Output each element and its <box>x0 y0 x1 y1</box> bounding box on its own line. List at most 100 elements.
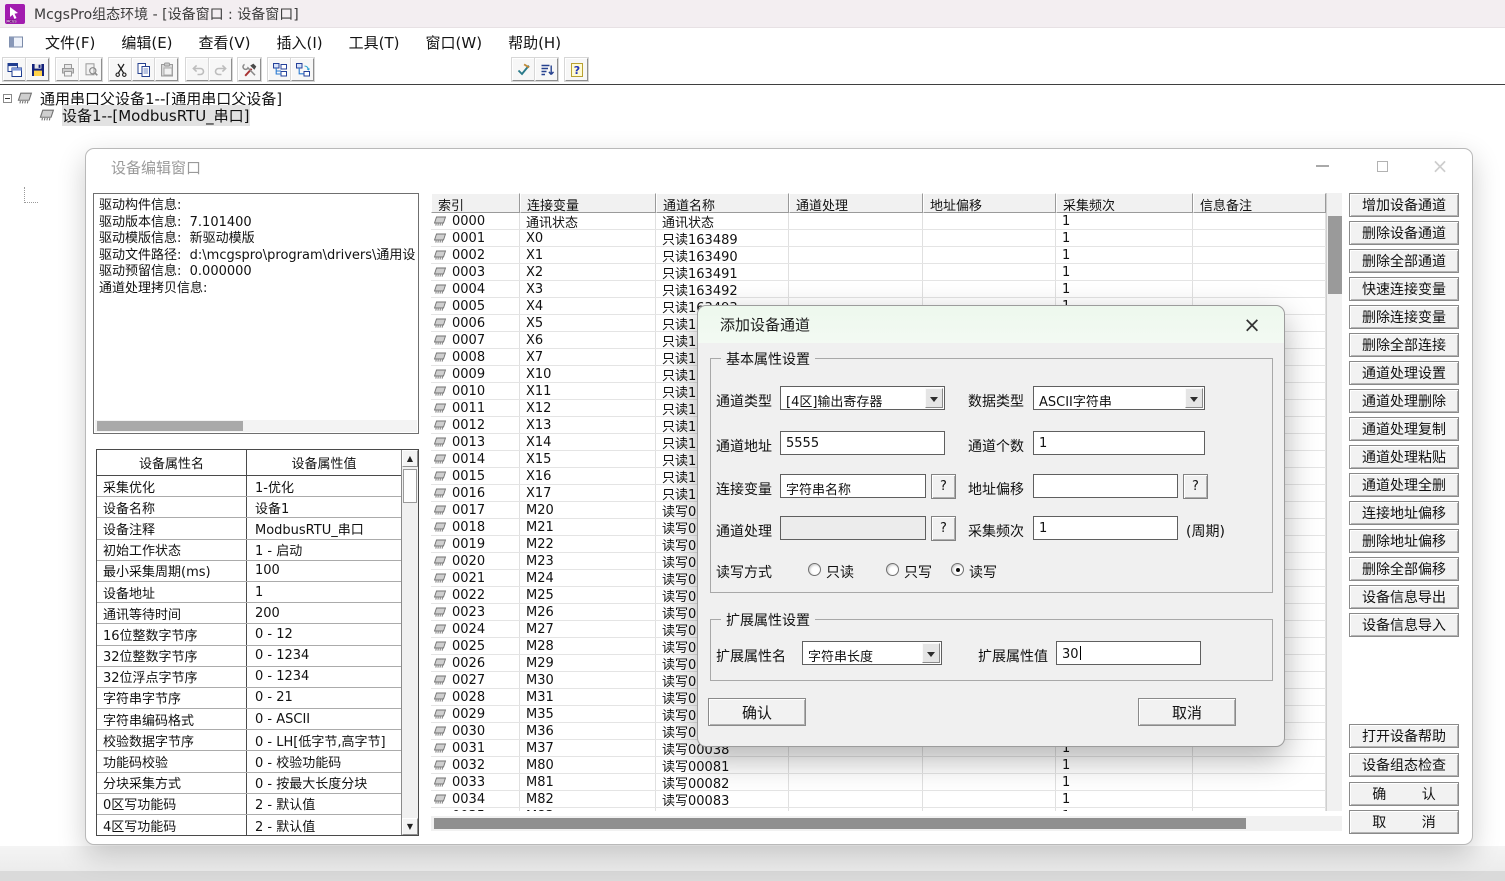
ext-name-select[interactable]: 字符串长度 <box>802 641 942 665</box>
link-variable-help-button[interactable]: ? <box>931 474 956 499</box>
chevron-down-icon[interactable] <box>1185 388 1203 408</box>
redo-button[interactable] <box>209 58 232 81</box>
rw-radio-writeonly-label[interactable]: 只写 <box>904 562 932 582</box>
property-row[interactable]: 校验数据字节序0 - LH[低字节,高字节] <box>97 730 401 751</box>
channel-row[interactable]: 0034M82读写000831 <box>431 791 1326 808</box>
device-window-1-button[interactable] <box>268 58 291 81</box>
address-offset-help-button[interactable]: ? <box>1183 474 1208 499</box>
data-type-select[interactable]: ASCII字符串 <box>1033 386 1205 410</box>
side-button-14[interactable]: 设备信息导出 <box>1349 585 1459 609</box>
side-button-4[interactable]: 删除连接变量 <box>1349 305 1459 329</box>
channel-row[interactable]: 0033M81读写000821 <box>431 774 1326 791</box>
open-device-help-button[interactable]: 打开设备帮助 <box>1349 724 1459 748</box>
property-row[interactable]: 32位整数字节序0 - 1234 <box>97 646 401 667</box>
side-button-2[interactable]: 删除全部通道 <box>1349 249 1459 273</box>
scroll-thumb[interactable] <box>403 469 417 503</box>
dialog-cancel-button[interactable]: 取消 <box>1138 698 1236 726</box>
scroll-thumb[interactable] <box>1328 216 1342 294</box>
property-row[interactable]: 0区写功能码2 - 默认值 <box>97 794 401 815</box>
property-row[interactable]: 初始工作状态1 - 启动 <box>97 540 401 561</box>
property-row[interactable]: 设备地址1 <box>97 582 401 603</box>
cancel-button[interactable]: 取 消 <box>1349 810 1459 834</box>
channel-row[interactable]: 0002X1只读1634901 <box>431 247 1326 264</box>
property-row[interactable]: 4区写功能码2 - 默认值 <box>97 815 401 836</box>
channel-address-input[interactable]: 5555 <box>780 431 945 455</box>
menu-help[interactable]: 帮助(H) <box>495 29 574 56</box>
dialog-ok-button[interactable]: 确认 <box>708 698 806 726</box>
channel-process-input[interactable] <box>780 516 926 540</box>
rw-radio-readonly-label[interactable]: 只读 <box>826 562 854 582</box>
side-button-12[interactable]: 删除地址偏移 <box>1349 529 1459 553</box>
scroll-thumb[interactable] <box>434 818 1246 829</box>
paste-button[interactable] <box>155 58 178 81</box>
channel-row[interactable]: 0000通讯状态通讯状态1 <box>431 213 1326 230</box>
address-offset-input[interactable] <box>1033 474 1178 498</box>
print-button[interactable] <box>56 58 79 81</box>
channel-row[interactable]: 0035M83读写000841 <box>431 808 1326 811</box>
ext-value-input[interactable]: 30 <box>1056 641 1201 665</box>
property-row[interactable]: 32位浮点字节序0 - 1234 <box>97 667 401 688</box>
link-variable-input[interactable]: 字符串名称 <box>780 474 926 498</box>
property-row[interactable]: 16位整数字节序0 - 12 <box>97 624 401 645</box>
property-row[interactable]: 设备注释ModbusRTU_串口 <box>97 518 401 539</box>
property-row[interactable]: 通讯等待时间200 <box>97 603 401 624</box>
channel-row[interactable]: 0001X0只读1634891 <box>431 230 1326 247</box>
collect-freq-input[interactable]: 1 <box>1033 516 1178 540</box>
chevron-down-icon[interactable] <box>922 643 940 663</box>
new-window-button[interactable] <box>3 58 26 81</box>
rw-radio-writeonly[interactable] <box>886 563 899 576</box>
side-button-9[interactable]: 通道处理粘贴 <box>1349 445 1459 469</box>
channel-row[interactable]: 0004X3只读1634921 <box>431 281 1326 298</box>
dialog-titlebar[interactable]: 添加设备通道 <box>698 306 1284 343</box>
property-row[interactable]: 字符串字节序0 - 21 <box>97 688 401 709</box>
property-row[interactable]: 采集优化1-优化 <box>97 476 401 497</box>
device-window-2-button[interactable] <box>291 58 314 81</box>
rw-radio-readwrite[interactable] <box>951 563 964 576</box>
menu-edit[interactable]: 编辑(E) <box>108 29 185 56</box>
save-button[interactable] <box>26 58 49 81</box>
scroll-up-button[interactable]: ▲ <box>402 450 418 467</box>
side-button-8[interactable]: 通道处理复制 <box>1349 417 1459 441</box>
side-button-6[interactable]: 通道处理设置 <box>1349 361 1459 385</box>
sort-list-button[interactable] <box>535 58 558 81</box>
side-button-11[interactable]: 连接地址偏移 <box>1349 501 1459 525</box>
property-row[interactable]: 字符串编码格式0 - ASCII <box>97 709 401 730</box>
scroll-thumb[interactable] <box>97 421 243 431</box>
side-button-13[interactable]: 删除全部偏移 <box>1349 557 1459 581</box>
channel-process-help-button[interactable]: ? <box>931 516 956 541</box>
side-button-15[interactable]: 设备信息导入 <box>1349 613 1459 637</box>
confirm-button[interactable]: 确 认 <box>1349 782 1459 806</box>
menu-window[interactable]: 窗口(W) <box>413 29 496 56</box>
property-row[interactable]: 最小采集周期(ms)100 <box>97 561 401 582</box>
channel-row[interactable]: 0032M80读写000811 <box>431 757 1326 774</box>
undo-button[interactable] <box>186 58 209 81</box>
channel-type-select[interactable]: [4区]输出寄存器 <box>780 386 945 410</box>
close-button[interactable]: × <box>1429 155 1451 177</box>
menu-insert[interactable]: 插入(I) <box>264 29 336 56</box>
side-button-0[interactable]: 增加设备通道 <box>1349 193 1459 217</box>
syntax-check-button[interactable] <box>512 58 535 81</box>
side-button-10[interactable]: 通道处理全删 <box>1349 473 1459 497</box>
channel-row[interactable]: 0003X2只读1634911 <box>431 264 1326 281</box>
dialog-close-icon[interactable]: × <box>1240 313 1264 337</box>
rw-radio-readonly[interactable] <box>808 563 821 576</box>
side-button-5[interactable]: 删除全部连接 <box>1349 333 1459 357</box>
side-button-7[interactable]: 通道处理删除 <box>1349 389 1459 413</box>
tools-button[interactable] <box>238 58 261 81</box>
copy-button[interactable] <box>132 58 155 81</box>
property-row[interactable]: 功能码校验0 - 校验功能码 <box>97 751 401 772</box>
property-row[interactable]: 设备名称设备1 <box>97 497 401 518</box>
scroll-down-button[interactable]: ▼ <box>402 818 418 835</box>
side-button-3[interactable]: 快速连接变量 <box>1349 277 1459 301</box>
property-row[interactable]: 分块采集方式0 - 按最大长度分块 <box>97 773 401 794</box>
tree-collapse-icon[interactable] <box>3 94 12 103</box>
menu-file[interactable]: 文件(F) <box>32 29 108 56</box>
rw-radio-readwrite-label[interactable]: 读写 <box>969 562 997 582</box>
minimize-button[interactable] <box>1311 155 1333 177</box>
cut-button[interactable] <box>109 58 132 81</box>
menu-view[interactable]: 查看(V) <box>186 29 264 56</box>
channel-count-input[interactable]: 1 <box>1033 431 1205 455</box>
print-preview-button[interactable] <box>79 58 102 81</box>
chevron-down-icon[interactable] <box>925 388 943 408</box>
help-button[interactable]: ? <box>565 58 588 81</box>
